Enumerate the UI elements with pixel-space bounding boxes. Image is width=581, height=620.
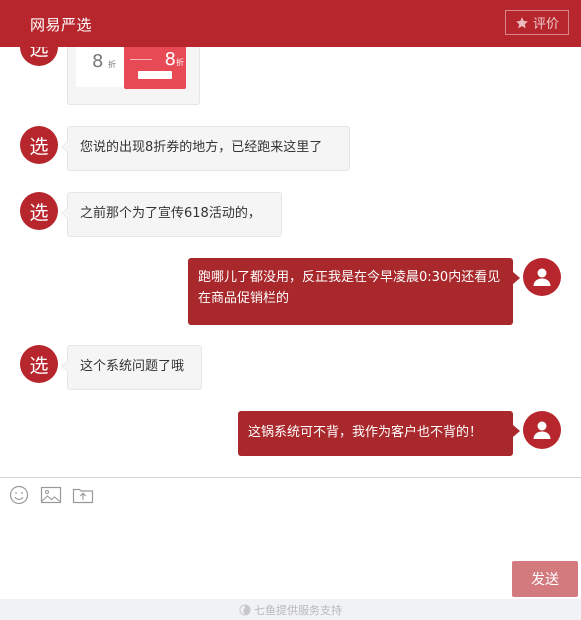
rate-button[interactable]: 评价 xyxy=(505,10,569,35)
message-list[interactable]: 选 8 折 8 折 选 您说的出现8折券的地方，已经跑来这里了 选 之前那个为了… xyxy=(0,47,581,477)
image-message[interactable]: 8 折 8 折 xyxy=(67,47,200,105)
powered-by-footer: 七鱼提供服务支持 xyxy=(0,599,581,620)
person-icon xyxy=(533,268,551,286)
emoji-icon xyxy=(9,485,29,505)
coupon-image-red: 8 折 xyxy=(124,47,186,89)
footer-text: 七鱼提供服务支持 xyxy=(254,603,342,617)
qiyu-logo-icon xyxy=(239,604,251,615)
image-icon xyxy=(40,486,62,504)
agent-avatar: 选 xyxy=(20,345,58,383)
send-button[interactable]: 发送 xyxy=(512,561,578,597)
rate-button-label: 评价 xyxy=(532,17,559,32)
message-bubble-user: 跑哪儿了都没用，反正我是在今早凌晨0:30内还看见在商品促销栏的 xyxy=(188,258,520,325)
message-bubble-user: 这锅系统可不背，我作为客户也不背的！ xyxy=(238,411,520,456)
page-title: 网易严选 xyxy=(30,16,93,34)
agent-avatar: 选 xyxy=(20,192,58,230)
message-input[interactable] xyxy=(8,512,510,592)
message-bubble-agent: 之前那个为了宣传618活动的， xyxy=(61,192,282,237)
message-bubble-agent: 这个系统问题了哦 xyxy=(61,345,202,390)
agent-avatar: 选 xyxy=(20,47,58,66)
composer: 发送 xyxy=(0,477,581,599)
person-icon xyxy=(533,421,551,439)
upload-button[interactable] xyxy=(72,485,94,505)
emoji-button[interactable] xyxy=(8,485,30,505)
agent-avatar: 选 xyxy=(20,126,58,164)
chat-header: 网易严选 评价 xyxy=(0,0,581,47)
image-button[interactable] xyxy=(40,485,62,505)
star-icon xyxy=(516,16,528,28)
user-avatar xyxy=(523,411,561,449)
upload-icon xyxy=(72,488,94,504)
user-avatar xyxy=(523,258,561,296)
message-bubble-agent: 您说的出现8折券的地方，已经跑来这里了 xyxy=(61,126,350,171)
coupon-image-plain: 8 折 xyxy=(76,47,126,87)
